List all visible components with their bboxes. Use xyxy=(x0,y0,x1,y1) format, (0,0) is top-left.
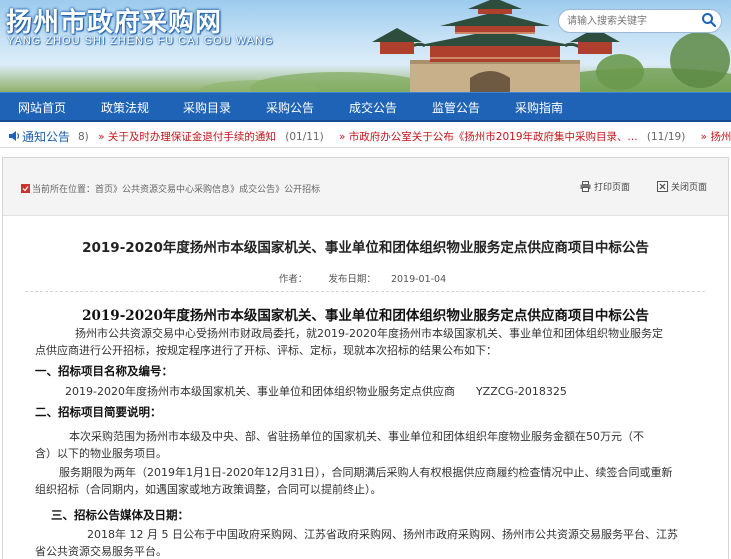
author-label: 作者： xyxy=(278,274,308,285)
nav-guide[interactable]: 采购指南 xyxy=(515,99,563,116)
notice-item[interactable]: » 关于及时办理保证金退付手续的通知 (01/11) xyxy=(98,131,330,143)
search-icon xyxy=(702,12,717,27)
notice-item[interactable]: » 扬州市财政局关 xyxy=(701,131,731,143)
divider xyxy=(25,291,705,292)
breadcrumb: 当前所在位置：首页》公共资源交易中心采购信息》成交公告》公开招标 xyxy=(21,182,320,195)
breadcrumb-bar: 当前所在位置：首页》公共资源交易中心采购信息》成交公告》公开招标 打印页面 关闭… xyxy=(3,158,728,216)
nav-procurement[interactable]: 采购公告 xyxy=(266,99,314,116)
content-panel: 当前所在位置：首页》公共资源交易中心采购信息》成交公告》公开招标 打印页面 关闭… xyxy=(2,157,729,559)
nav-policies[interactable]: 政策法规 xyxy=(101,99,149,116)
search-input[interactable] xyxy=(567,13,695,30)
section-heading-3: 三、招标公告媒体及日期： xyxy=(51,508,189,522)
project-description: 本次采购范围为扬州市本级及中央、部、省驻扬单位的国家机关、事业单位和团体组织年度… xyxy=(35,430,644,460)
breadcrumb-open-tender[interactable]: 公开招标 xyxy=(284,185,320,195)
site-title: 扬州市政府采购网 xyxy=(6,8,223,38)
main-nav: 网站首页 政策法规 采购目录 采购公告 成交公告 监管公告 采购指南 xyxy=(0,92,731,122)
nav-supervision[interactable]: 监管公告 xyxy=(432,99,480,116)
speaker-icon xyxy=(9,131,20,141)
search-button[interactable] xyxy=(699,11,719,31)
section-heading-1: 一、招标项目名称及编号： xyxy=(35,364,173,378)
breadcrumb-info[interactable]: 公共资源交易中心采购信息 xyxy=(122,185,230,195)
media-dates: 2018年 12 月 5 日公布于中国政府采购网、江苏省政府采购网、扬州市政府采… xyxy=(35,528,678,558)
breadcrumb-home[interactable]: 首页 xyxy=(95,185,113,195)
publish-date: 发布日期： 2019-01-04 xyxy=(328,274,447,285)
article-title: 2019-2020年度扬州市本级国家机关、事业单位和团体组织物业服务定点供应商项… xyxy=(82,308,649,324)
project-name: 2019-2020年度扬州市本级国家机关、事业单位和团体组织物业服务定点供应商 … xyxy=(65,385,567,398)
notice-bar: 通知公告 8) » 关于及时办理保证金退付手续的通知 (01/11) » 市政府… xyxy=(0,124,731,148)
section-heading-2: 二、招标项目简要说明： xyxy=(35,405,162,419)
page-title: 2019-2020年度扬州市本级国家机关、事业单位和团体组织物业服务定点供应商项… xyxy=(82,240,649,256)
breadcrumb-deals[interactable]: 成交公告 xyxy=(239,185,275,195)
nav-deals[interactable]: 成交公告 xyxy=(349,99,397,116)
nav-catalog[interactable]: 采购目录 xyxy=(183,99,231,116)
print-button[interactable]: 打印页面 xyxy=(580,180,630,193)
close-page-button[interactable]: 关闭页面 xyxy=(657,180,707,193)
site-pinyin: YANG ZHOU SHI ZHENG FU CAI GOU WANG xyxy=(7,35,274,47)
search-box xyxy=(558,9,722,33)
close-icon xyxy=(657,181,668,192)
article-meta: 作者： 发布日期： 2019-01-04 xyxy=(3,271,728,285)
project-code: YZZCG-2018325 xyxy=(475,385,567,398)
site-banner: 扬州市政府采购网 YANG ZHOU SHI ZHENG FU CAI GOU … xyxy=(0,0,731,92)
location-icon xyxy=(21,184,30,193)
notice-item[interactable]: » 市政府办公室关于公布《扬州市2019年政府集中采购目录、... (11/19… xyxy=(339,131,691,143)
notice-label: 通知公告 xyxy=(8,128,70,145)
article-intro: 扬州市公共资源交易中心受扬州市财政局委托，就2019-2020年度扬州市本级国家… xyxy=(35,327,663,357)
nav-home[interactable]: 网站首页 xyxy=(18,99,66,116)
notice-ticker: 8) » 关于及时办理保证金退付手续的通知 (01/11) » 市政府办公室关于… xyxy=(78,129,731,144)
printer-icon xyxy=(580,181,591,192)
service-term: 服务期限为两年（2019年1月1日-2020年12月31日），合同期满后采购人有… xyxy=(35,466,673,496)
